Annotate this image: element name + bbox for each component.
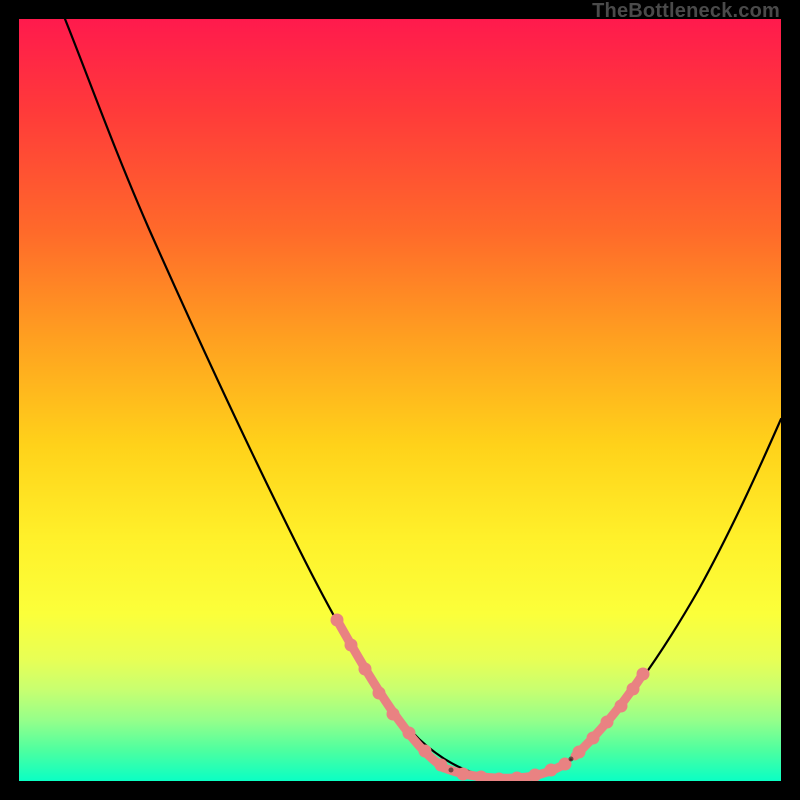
attribution-text: TheBottleneck.com [592,0,780,23]
marker-dot [627,683,640,696]
marker-dot [545,764,558,777]
marker-dot [511,772,524,782]
marker-dot [403,727,416,740]
marker-dot [587,732,600,745]
marker-dot [345,639,358,652]
marker-gap-dot [569,757,574,762]
marker-dot [637,668,650,681]
bottleneck-curve [65,19,781,779]
marker-dot [601,716,614,729]
plot-area [19,19,781,781]
marker-dot [529,769,542,782]
bottleneck-curve-svg [19,19,781,781]
marker-dot [457,768,470,781]
marker-dot [573,746,586,759]
marker-dot [615,700,628,713]
marker-gap-dot [449,768,454,773]
marker-dot [331,614,344,627]
marker-dot [435,759,448,772]
chart-frame: TheBottleneck.com [0,0,800,800]
marker-dot [373,687,386,700]
marker-dot [419,745,432,758]
marker-dot [359,663,372,676]
marker-dot [387,708,400,721]
